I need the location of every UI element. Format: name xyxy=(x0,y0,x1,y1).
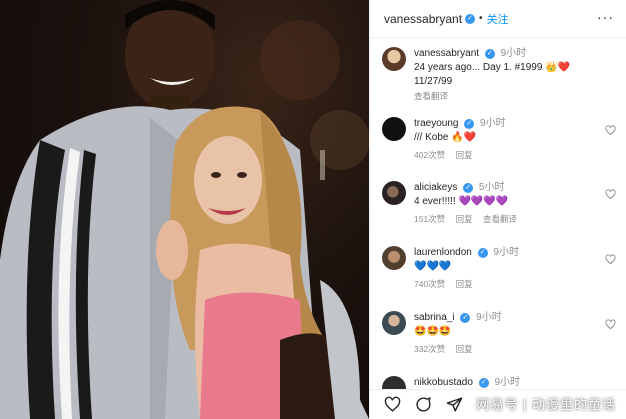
comment-time: 5小时 xyxy=(478,182,505,193)
trae-avatar[interactable] xyxy=(382,117,406,141)
like-count[interactable]: 402次赞 xyxy=(414,150,445,160)
comment-time: 9小时 xyxy=(493,247,519,258)
verified-icon: ✓ xyxy=(463,183,474,193)
translate-link[interactable]: 查看翻译 xyxy=(483,214,517,224)
like-count[interactable]: 740次赞 xyxy=(414,279,445,289)
comment-item: sabrina_i ✓ 9小时 🤩🤩🤩 332次赞 回复 xyxy=(382,311,616,356)
more-icon[interactable]: ··· xyxy=(597,9,614,25)
separator-dot: • xyxy=(479,13,483,24)
heart-outline-icon[interactable] xyxy=(605,125,616,136)
like-count[interactable]: 332次赞 xyxy=(414,344,445,354)
comment-time: 9小时 xyxy=(480,118,506,129)
comment-username[interactable]: aliciakeys xyxy=(414,182,457,193)
share-icon[interactable] xyxy=(446,396,463,413)
comment-username[interactable]: nikkobustado xyxy=(414,377,473,388)
comment-time: 9小时 xyxy=(500,48,527,59)
comment-text: 24 years ago... Day 1. #1999 👑❤️ xyxy=(414,62,571,73)
comments-panel: vanessabryant ✓ • 关注 ··· vanessabryant ✓… xyxy=(369,0,626,419)
comment-text: 💙💙💙 xyxy=(414,261,452,272)
author-username[interactable]: vanessabryant xyxy=(384,12,462,26)
caption-comment: vanessabryant ✓ 9小时 24 years ago... Day … xyxy=(382,47,616,103)
verified-icon: ✓ xyxy=(464,119,475,129)
comment-text: /// Kobe 🔥❤️ xyxy=(414,132,477,143)
verified-icon: ✓ xyxy=(484,49,495,59)
comment-username[interactable]: laurenlondon xyxy=(414,247,472,258)
comment-time: 9小时 xyxy=(476,312,502,323)
comment-item: laurenlondon ✓ 9小时 💙💙💙 740次赞 回复 xyxy=(382,246,616,291)
vanessa-avatar[interactable] xyxy=(382,47,406,71)
lauren-avatar[interactable] xyxy=(382,246,406,270)
heart-outline-icon[interactable] xyxy=(605,189,616,200)
comment-icon[interactable] xyxy=(415,396,432,413)
reply-link[interactable]: 回复 xyxy=(456,279,473,289)
post-photo[interactable] xyxy=(0,0,369,419)
reply-link[interactable]: 回复 xyxy=(456,150,473,160)
photo-illustration xyxy=(0,0,369,419)
comment-item: traeyoung ✓ 9小时 /// Kobe 🔥❤️ 402次赞 回复 xyxy=(382,117,616,162)
reply-link[interactable]: 回复 xyxy=(456,214,473,224)
comment-item: aliciakeys ✓ 5小时 4 ever!!!!! 💜💜💜💜 151次赞 … xyxy=(382,181,616,226)
reply-link[interactable]: 回复 xyxy=(456,344,473,354)
comment-text: 🤩🤩🤩 xyxy=(414,326,452,337)
like-count[interactable]: 151次赞 xyxy=(414,214,445,224)
comment-username[interactable]: traeyoung xyxy=(414,118,458,129)
verified-icon: ✓ xyxy=(465,13,476,24)
verified-icon: ✓ xyxy=(478,378,489,388)
translate-link[interactable]: 查看翻译 xyxy=(414,91,448,101)
heart-outline-icon[interactable] xyxy=(605,254,616,265)
heart-icon[interactable] xyxy=(384,396,401,413)
watermark-text: 网易号 | 动漫里的童话 xyxy=(476,397,616,412)
post-header: vanessabryant ✓ • 关注 ··· xyxy=(370,0,626,38)
verified-icon: ✓ xyxy=(477,248,488,258)
verified-icon: ✓ xyxy=(460,313,471,323)
sabrina-avatar[interactable] xyxy=(382,311,406,335)
comment-item: nikkobustado ✓ 9小时 xyxy=(382,376,616,400)
alicia-avatar[interactable] xyxy=(382,181,406,205)
comment-username[interactable]: sabrina_i xyxy=(414,312,455,323)
heart-outline-icon[interactable] xyxy=(605,319,616,330)
comment-text: 4 ever!!!!! 💜💜💜💜 xyxy=(414,196,509,207)
comment-text-date: 11/27/99 xyxy=(414,76,453,87)
comment-username[interactable]: vanessabryant xyxy=(414,48,479,59)
follow-button[interactable]: 关注 xyxy=(487,11,509,27)
comment-time: 9小时 xyxy=(494,377,521,388)
